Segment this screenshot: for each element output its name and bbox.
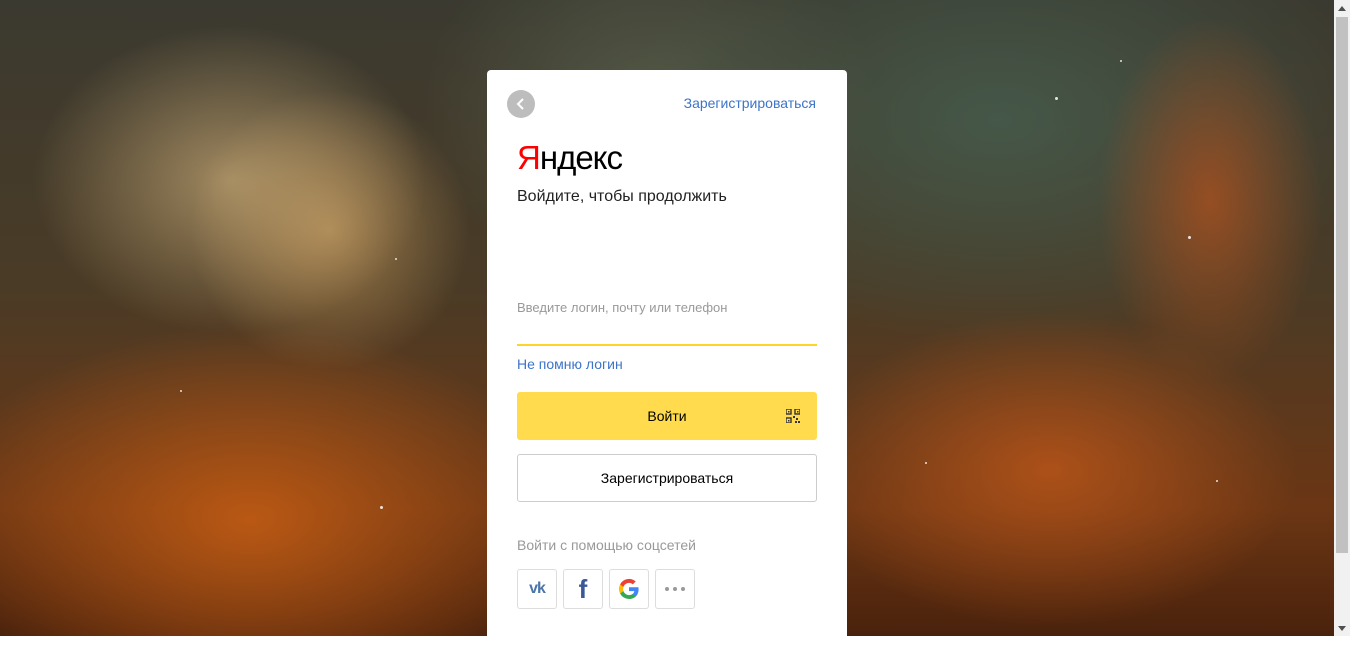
facebook-login-button[interactable]: f [563, 569, 603, 609]
star [180, 390, 182, 392]
page-subtitle: Войдите, чтобы продолжить [517, 188, 727, 205]
chevron-up-icon [1338, 5, 1346, 11]
vk-login-button[interactable]: vk [517, 569, 557, 609]
star [395, 258, 397, 260]
facebook-icon: f [578, 573, 588, 604]
login-button-label: Войти [647, 408, 687, 424]
more-social-button[interactable] [655, 569, 695, 609]
logo-first-letter: Я [517, 139, 541, 176]
back-button[interactable] [507, 90, 535, 118]
scroll-down-button[interactable] [1334, 620, 1350, 636]
chevron-down-icon [1338, 625, 1346, 631]
star [1055, 97, 1058, 100]
login-button[interactable]: Войти [517, 392, 817, 440]
scroll-up-button[interactable] [1334, 0, 1350, 16]
logo-rest: ндекс [539, 139, 623, 176]
star [1188, 236, 1191, 239]
scroll-thumb[interactable] [1336, 17, 1348, 553]
more-dots-icon [665, 587, 685, 591]
social-login-label: Войти с помощью соцсетей [517, 537, 696, 553]
page-scrollbar[interactable] [1334, 0, 1350, 636]
register-button[interactable]: Зарегистрироваться [517, 454, 817, 502]
social-buttons: vk f [517, 569, 695, 609]
star [1120, 60, 1122, 62]
yandex-logo: Яндекс [517, 139, 623, 176]
vk-icon: vk [529, 580, 546, 597]
google-login-button[interactable] [609, 569, 649, 609]
back-arrow-icon [516, 98, 524, 110]
login-card: Зарегистрироваться Яндекс Войдите, чтобы… [487, 70, 847, 650]
login-input[interactable] [517, 318, 817, 346]
qr-code-icon[interactable] [786, 409, 800, 423]
forgot-login-link[interactable]: Не помню логин [517, 356, 623, 372]
login-field-label: Введите логин, почту или телефон [517, 300, 728, 315]
star [925, 462, 927, 464]
star [380, 506, 383, 509]
header-register-link[interactable]: Зарегистрироваться [684, 95, 816, 111]
google-icon [618, 578, 639, 599]
star [1216, 480, 1218, 482]
